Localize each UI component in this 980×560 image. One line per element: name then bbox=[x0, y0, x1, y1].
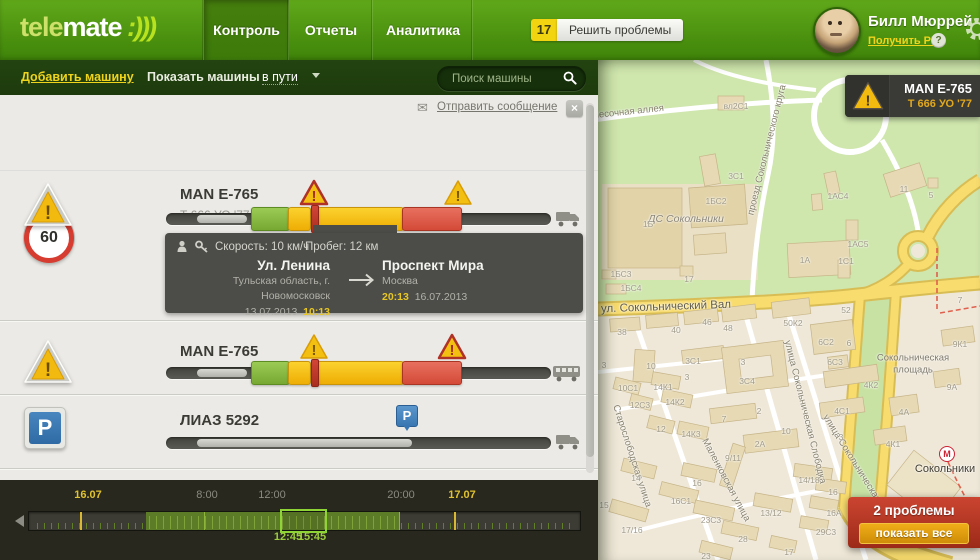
hour-mark bbox=[204, 512, 205, 530]
map-canvas bbox=[598, 60, 980, 560]
bar-segment-yellow[interactable] bbox=[317, 361, 404, 385]
detail-speed: Скорость: 10 км/ч bbox=[215, 241, 310, 253]
telemate-app: telemate :))) Контроль Отчеты Аналитика … bbox=[0, 0, 980, 560]
search-input[interactable] bbox=[450, 69, 562, 89]
filter-dropdown[interactable]: в пути bbox=[262, 70, 298, 85]
timeline-label: 12:00 bbox=[258, 489, 286, 501]
map-problems-panel: 2 проблемы показать все bbox=[848, 497, 980, 548]
parking-marker[interactable]: P bbox=[396, 405, 418, 431]
header: telemate :))) Контроль Отчеты Аналитика … bbox=[0, 0, 980, 60]
timeline-label: 20:00 bbox=[387, 489, 415, 501]
add-vehicle-link[interactable]: Добавить машину bbox=[21, 70, 134, 84]
warning-red-marker[interactable]: ! bbox=[299, 179, 329, 211]
detail-icons bbox=[177, 240, 211, 258]
bar-elapsed bbox=[197, 215, 247, 223]
bar-segment-green[interactable] bbox=[251, 207, 290, 231]
svg-text:!: ! bbox=[866, 93, 871, 109]
tab-analytics[interactable]: Аналитика bbox=[372, 0, 473, 60]
day-mark bbox=[454, 512, 456, 530]
show-all-button[interactable]: показать все bbox=[859, 523, 969, 544]
warning-icon: ! bbox=[24, 183, 72, 232]
timeline-label: 17.07 bbox=[448, 489, 476, 501]
timeline-label: 8:00 bbox=[196, 489, 218, 501]
timeline: 16.07 8:00 12:00 20:00 17.07 12:45 15:45 bbox=[0, 480, 598, 560]
row-divider bbox=[0, 468, 598, 469]
svg-text:!: ! bbox=[45, 203, 51, 224]
route-bar[interactable]: P bbox=[166, 405, 551, 455]
truck-icon bbox=[556, 209, 582, 234]
problems-count-badge[interactable]: 17 bbox=[531, 19, 557, 41]
gear-icon[interactable] bbox=[964, 16, 980, 42]
bar-elapsed bbox=[197, 369, 247, 377]
route-to: Проспект Мира Москва 20:13 16.07.2013 bbox=[382, 257, 552, 306]
timeline-left-arrow-icon[interactable] bbox=[15, 515, 24, 527]
arrow-right-icon bbox=[349, 273, 375, 292]
from-title: Ул. Ленина bbox=[257, 258, 330, 273]
close-icon[interactable]: × bbox=[566, 100, 583, 117]
vehicle-name: ЛИАЗ 5292 bbox=[180, 412, 260, 429]
logo-tele: tele bbox=[20, 12, 64, 42]
show-vehicles-label: Показать машины bbox=[147, 70, 260, 84]
truck-icon bbox=[556, 432, 582, 457]
row-divider bbox=[0, 170, 598, 171]
route-from: Ул. Ленина Тульская область, г. Новомоск… bbox=[170, 257, 330, 321]
map-vehicle-tooltip[interactable]: ! MAN E-765 Т 666 УО '77 bbox=[845, 75, 980, 117]
from-datetime: 13.07.2013 10:13 bbox=[244, 306, 330, 318]
logo-mate: mate bbox=[62, 12, 123, 42]
help-icon[interactable]: ? bbox=[931, 33, 946, 48]
to-title: Проспект Мира bbox=[382, 258, 484, 273]
user-name: Билл Мюррей bbox=[868, 13, 973, 30]
bar-segment-green[interactable] bbox=[251, 361, 290, 385]
search-icon[interactable] bbox=[563, 71, 577, 90]
svg-text:!: ! bbox=[450, 342, 455, 359]
warning-icon: ! bbox=[24, 340, 72, 389]
tab-control[interactable]: Контроль bbox=[203, 0, 289, 60]
send-message-link[interactable]: Отправить сообщение bbox=[437, 101, 557, 113]
warning-yellow-marker[interactable]: ! bbox=[299, 333, 329, 365]
bar-elapsed bbox=[197, 439, 412, 447]
detail-mileage: Пробег: 12 км bbox=[305, 241, 379, 253]
problems-count-label: 2 проблемы bbox=[873, 503, 955, 518]
bus-icon bbox=[552, 363, 582, 388]
search-box bbox=[437, 66, 586, 91]
map[interactable]: Песочная аллея проезд Сокольнического кру… bbox=[598, 60, 980, 560]
row-divider bbox=[0, 394, 598, 395]
logo[interactable]: telemate :))) bbox=[20, 12, 157, 43]
logo-waves-icon: :))) bbox=[121, 12, 157, 42]
vehicle-name: MAN E-765 bbox=[180, 186, 259, 203]
scrollbar-thumb[interactable] bbox=[586, 105, 594, 457]
route-bar[interactable]: !! bbox=[166, 333, 551, 387]
timeline-track[interactable] bbox=[28, 509, 581, 533]
svg-text:!: ! bbox=[312, 188, 317, 205]
warning-red-marker[interactable]: ! bbox=[437, 333, 467, 365]
to-subtitle: Москва bbox=[382, 275, 418, 287]
user-avatar[interactable] bbox=[813, 7, 861, 55]
parking-sign-icon: P bbox=[24, 407, 66, 449]
to-datetime: 20:13 16.07.2013 bbox=[382, 291, 468, 303]
svg-text:!: ! bbox=[456, 188, 461, 205]
vehicle-name: MAN E-765 bbox=[180, 343, 259, 360]
tooltip-vehicle-plate: Т 666 УО '77 bbox=[907, 98, 972, 110]
day-mark bbox=[80, 512, 82, 530]
chevron-down-icon[interactable] bbox=[312, 73, 320, 78]
tab-divider bbox=[472, 0, 474, 60]
tooltip-vehicle-name: MAN E-765 bbox=[904, 81, 972, 96]
warning-icon: ! bbox=[852, 81, 884, 116]
solve-problems-button[interactable]: Решить проблемы bbox=[557, 19, 684, 41]
vehicle-list: ✉ Отправить сообщение × 60 ЛИАЗ 5292! С … bbox=[0, 95, 598, 480]
tab-reports[interactable]: Отчеты bbox=[288, 0, 373, 60]
hour-mark bbox=[399, 512, 400, 530]
warning-yellow-marker[interactable]: ! bbox=[443, 179, 473, 211]
envelope-icon[interactable]: ✉ bbox=[417, 100, 428, 116]
from-subtitle: Тульская область, г. Новомосковск bbox=[232, 275, 330, 302]
timeline-selection[interactable] bbox=[280, 509, 327, 533]
svg-text:!: ! bbox=[45, 360, 51, 381]
timeline-label: 16.07 bbox=[74, 489, 102, 501]
svg-text:!: ! bbox=[312, 342, 317, 359]
vehicle-detail-panel: Скорость: 10 км/ч Пробег: 12 км Ул. Лени… bbox=[165, 233, 583, 318]
